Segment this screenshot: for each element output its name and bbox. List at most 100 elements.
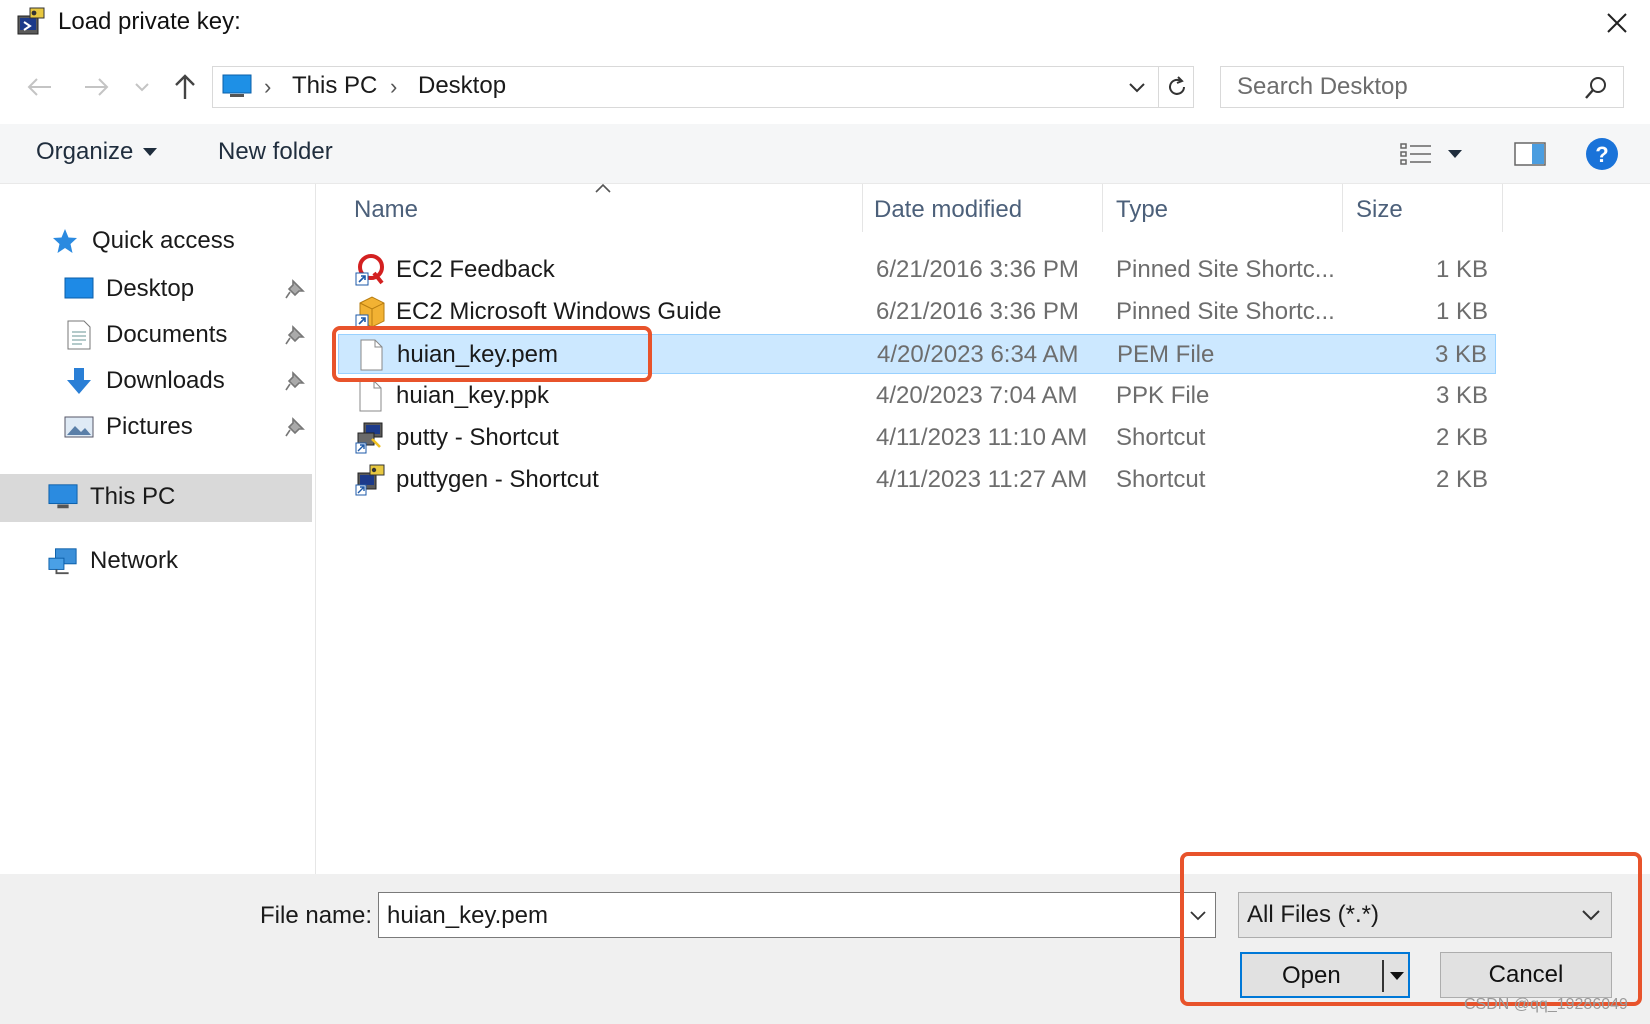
open-button-label: Open [1282, 962, 1341, 989]
forward-button[interactable] [80, 68, 114, 106]
file-row[interactable]: putty - Shortcut 4/11/2023 11:10 AM Shor… [338, 418, 1496, 458]
pin-icon [285, 325, 305, 345]
details-view-icon [1400, 143, 1431, 165]
file-type: Pinned Site Shortc... [1116, 298, 1335, 325]
file-name: EC2 Microsoft Windows Guide [396, 298, 722, 325]
up-arrow-icon [175, 74, 195, 99]
file-row[interactable]: huian_key.ppk 4/20/2023 7:04 AM PPK File… [338, 376, 1496, 416]
file-name: putty - Shortcut [396, 424, 559, 451]
nav-quick-access[interactable]: Quick access [50, 226, 235, 256]
star-icon [50, 226, 80, 256]
column-divider[interactable] [1502, 184, 1503, 232]
pictures-icon [64, 412, 94, 442]
search-icon [1585, 77, 1606, 99]
refresh-button[interactable] [1158, 67, 1194, 107]
desktop-icon [64, 274, 94, 304]
close-icon [1607, 13, 1627, 33]
window-title: Load private key: [58, 8, 241, 35]
puttygen-app-icon [17, 7, 45, 35]
chevron-right-icon: › [264, 74, 272, 99]
file-size: 1 KB [1435, 298, 1488, 325]
cancel-button[interactable]: Cancel [1440, 952, 1612, 998]
preview-pane-icon [1514, 142, 1546, 166]
nav-item-label: Pictures [106, 413, 193, 440]
downloads-icon [64, 366, 94, 396]
file-icon [359, 380, 382, 412]
search-input[interactable] [1237, 73, 1577, 101]
column-header-name[interactable]: Name [354, 196, 418, 224]
file-date: 6/21/2016 3:36 PM [876, 256, 1079, 283]
chevron-down-icon [1190, 911, 1206, 921]
puttygen-icon [355, 464, 385, 496]
file-name-dropdown-button[interactable] [1183, 901, 1213, 931]
nav-item-network[interactable]: Network [48, 546, 178, 576]
file-type: PPK File [1116, 382, 1210, 409]
file-size: 2 KB [1435, 424, 1488, 451]
column-divider[interactable] [1342, 184, 1343, 232]
file-name: huian_key.ppk [396, 382, 549, 409]
nav-item-downloads[interactable]: Downloads [64, 366, 225, 396]
nav-item-documents[interactable]: Documents [64, 320, 227, 350]
file-name-combo[interactable] [378, 892, 1216, 938]
new-folder-button[interactable]: New folder [218, 138, 333, 166]
column-divider[interactable] [1102, 184, 1103, 232]
chevron-right-icon: › [390, 74, 398, 99]
refresh-icon [1168, 76, 1185, 95]
nav-item-label: Documents [106, 321, 228, 348]
guide-shortcut-icon [355, 296, 385, 328]
column-divider[interactable] [862, 184, 863, 232]
preview-pane-button[interactable] [1510, 136, 1550, 172]
file-size: 1 KB [1435, 256, 1488, 283]
help-icon[interactable]: ? [1584, 136, 1620, 172]
file-icon [360, 339, 383, 371]
column-header-date[interactable]: Date modified [874, 196, 1022, 224]
chevron-down-icon [1582, 910, 1600, 921]
column-header-type[interactable]: Type [1116, 196, 1168, 224]
feedback-shortcut-icon [355, 254, 384, 286]
organize-button[interactable]: Organize [36, 138, 158, 166]
search-box[interactable] [1220, 66, 1624, 108]
file-type: Pinned Site Shortc... [1116, 256, 1335, 283]
caret-down-icon [1448, 150, 1462, 158]
this-pc-icon [222, 74, 252, 97]
file-row-selected[interactable]: huian_key.pem 4/20/2023 6:34 AM PEM File… [338, 334, 1496, 374]
back-arrow-icon [27, 78, 51, 96]
putty-icon [355, 422, 383, 454]
cancel-button-label: Cancel [1488, 961, 1564, 988]
file-row[interactable]: EC2 Feedback 6/21/2016 3:36 PM Pinned Si… [338, 250, 1496, 290]
network-icon [48, 546, 78, 576]
pin-icon [285, 371, 305, 391]
file-size: 3 KB [1434, 341, 1487, 368]
file-row[interactable]: EC2 Microsoft Windows Guide 6/21/2016 3:… [338, 292, 1496, 332]
caret-down-icon [143, 148, 158, 156]
address-dropdown-button[interactable] [1124, 70, 1150, 106]
up-button[interactable] [168, 68, 202, 106]
breadcrumb-this-pc[interactable]: This PC [292, 72, 377, 100]
pin-icon [285, 417, 305, 437]
back-button[interactable] [22, 68, 56, 106]
nav-item-this-pc[interactable]: This PC [48, 482, 175, 512]
file-date: 4/20/2023 6:34 AM [877, 341, 1079, 368]
file-date: 4/11/2023 11:10 AM [876, 424, 1088, 451]
nav-item-pictures[interactable]: Pictures [64, 412, 193, 442]
forward-arrow-icon [85, 78, 109, 96]
file-row[interactable]: puttygen - Shortcut 4/11/2023 11:27 AM S… [338, 460, 1496, 500]
file-name-input[interactable] [387, 901, 1167, 931]
file-date: 4/11/2023 11:27 AM [876, 466, 1088, 493]
organize-label: Organize [36, 138, 134, 165]
change-view-button[interactable] [1400, 134, 1476, 174]
breadcrumb-desktop[interactable]: Desktop [418, 72, 506, 100]
open-button[interactable]: Open [1240, 952, 1410, 998]
pin-icon [285, 279, 305, 299]
nav-item-desktop[interactable]: Desktop [64, 274, 194, 304]
file-size: 2 KB [1435, 466, 1488, 493]
caret-down-icon[interactable] [1388, 966, 1406, 986]
chevron-down-icon [1129, 83, 1145, 93]
file-type-filter-select[interactable]: All Files (*.*) [1238, 892, 1612, 938]
file-date: 4/20/2023 7:04 AM [876, 382, 1078, 409]
recent-locations-button[interactable] [130, 68, 154, 106]
close-button[interactable] [1600, 6, 1634, 40]
column-header-size[interactable]: Size [1356, 196, 1403, 224]
this-pc-icon [48, 482, 78, 512]
watermark: CSDN @qq_19286049 [1464, 996, 1628, 1013]
